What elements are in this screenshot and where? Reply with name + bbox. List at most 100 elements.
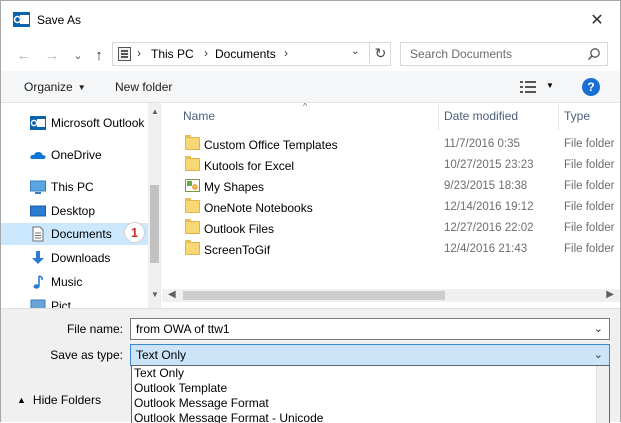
dropdown-scrollbar[interactable] [596, 366, 609, 423]
sort-ascending-icon: ^ [303, 103, 308, 111]
navigation-row: ← → ⌄ ↑ › This PC › Documents › ⌄ ↻ [1, 39, 620, 69]
up-arrow-icon: ↑ [95, 46, 103, 64]
scroll-left-icon[interactable]: ◀ [168, 289, 176, 300]
folder-icon [185, 219, 200, 234]
sidebar-item-label: Documents [51, 227, 112, 241]
back-arrow-icon: ← [16, 46, 32, 64]
file-date: 10/27/2015 23:23 [444, 159, 534, 171]
caret-down-icon: ▼ [77, 83, 86, 92]
forward-arrow-icon: → [44, 46, 60, 64]
search-icon [587, 48, 600, 61]
column-name[interactable]: Name [183, 109, 215, 123]
file-type: File folder [564, 138, 615, 150]
sidebar-item-music[interactable]: Music [1, 271, 148, 293]
file-row-kutools-for-excel[interactable]: Kutools for Excel 10/27/2015 23:23 File … [162, 155, 620, 176]
dropdown-option-outlook-message-format-unicode[interactable]: Outlook Message Format - Unicode [134, 411, 323, 423]
file-name-label: File name: [66, 322, 123, 336]
address-bar[interactable]: › This PC › Documents › ⌄ ↻ [112, 42, 391, 66]
file-date: 12/4/2016 21:43 [444, 243, 528, 255]
file-name: My Shapes [204, 180, 265, 194]
forward-button[interactable]: → [42, 45, 62, 65]
search-box[interactable] [400, 42, 608, 66]
file-name-input[interactable]: from OWA of ttw1 [136, 322, 230, 336]
file-list-horizontal-scrollbar[interactable]: ◀ ▶ [162, 289, 620, 302]
sidebar-scrollbar[interactable]: ▲ ▼ [148, 103, 160, 308]
file-row-onenote-notebooks[interactable]: OneNote Notebooks 12/14/2016 19:12 File … [162, 197, 620, 218]
sidebar-item-this-pc[interactable]: This PC [1, 176, 148, 198]
up-button[interactable]: ↑ [89, 45, 109, 65]
file-row-custom-office-templates[interactable]: Custom Office Templates 11/7/2016 0:35 F… [162, 134, 620, 155]
documents-icon [32, 226, 44, 242]
file-name: Outlook Files [204, 222, 275, 236]
file-name: Kutools for Excel [204, 159, 295, 173]
downloads-icon [32, 251, 44, 264]
help-button[interactable]: ? [582, 78, 600, 96]
chevron-down-icon: ⌄ [73, 49, 83, 62]
window-title: Save As [37, 13, 82, 27]
dropdown-option-outlook-message-format[interactable]: Outlook Message Format [134, 396, 269, 410]
hide-folders-button[interactable]: ▲ Hide Folders [17, 393, 101, 407]
breadcrumb-this-pc[interactable]: This PC [151, 47, 194, 61]
scrollbar-thumb[interactable] [183, 291, 445, 300]
save-as-type-dropdown-list: Text Only Outlook Template Outlook Messa… [131, 365, 610, 423]
scroll-right-icon[interactable]: ▶ [606, 289, 614, 300]
view-caret-icon[interactable]: ▼ [546, 81, 554, 90]
close-button[interactable]: ✕ [574, 1, 620, 39]
refresh-icon: ↻ [374, 44, 387, 61]
sidebar-item-downloads[interactable]: Downloads [1, 247, 148, 269]
sidebar-item-label: Music [51, 275, 83, 289]
sidebar-item-onedrive[interactable]: OneDrive [1, 144, 148, 166]
chevron-down-icon[interactable]: ⌄ [594, 322, 603, 335]
column-type[interactable]: Type [564, 109, 590, 123]
file-type: File folder [564, 180, 615, 192]
file-list: ^ Name Date modified Type Custom Office … [162, 103, 620, 308]
search-input[interactable] [410, 47, 580, 61]
organize-label: Organize [24, 80, 73, 94]
refresh-button[interactable]: ↻ [369, 42, 391, 64]
column-date-modified[interactable]: Date modified [444, 109, 518, 123]
sidebar-item-desktop[interactable]: Desktop [1, 200, 148, 222]
command-toolbar: Organize ▼ New folder ▼ ? [1, 71, 620, 103]
shapes-folder-icon [185, 179, 200, 192]
pc-icon [30, 180, 46, 194]
sidebar-item-label: Desktop [51, 204, 96, 218]
pictures-icon [30, 299, 46, 308]
help-icon: ? [587, 80, 595, 94]
outlook-app-icon [13, 12, 30, 27]
recent-locations-button[interactable]: ⌄ [68, 45, 88, 65]
file-type: File folder [564, 222, 615, 234]
view-options-icon[interactable] [520, 81, 536, 93]
file-row-outlook-files[interactable]: Outlook Files 12/27/2016 22:02 File fold… [162, 218, 620, 239]
new-folder-button[interactable]: New folder [115, 80, 172, 94]
new-folder-label: New folder [115, 80, 173, 94]
scroll-down-icon[interactable]: ▼ [151, 290, 159, 299]
save-as-type-select[interactable]: Text Only ⌄ [130, 344, 610, 366]
breadcrumb-separator[interactable]: › [204, 46, 208, 60]
navigation-pane: Microsoft Outlook OneDrive This PC Deskt… [1, 103, 161, 308]
dropdown-option-outlook-template[interactable]: Outlook Template [134, 381, 227, 395]
dropdown-option-text-only[interactable]: Text Only [134, 366, 184, 380]
file-type: File folder [564, 243, 615, 255]
scrollbar-thumb[interactable] [150, 185, 159, 263]
file-row-screentogif[interactable]: ScreenToGif 12/4/2016 21:43 File folder [162, 239, 620, 260]
scroll-up-icon[interactable]: ▲ [151, 107, 159, 116]
hide-folders-label: Hide Folders [32, 393, 101, 407]
address-dropdown-icon[interactable]: ⌄ [351, 46, 359, 57]
column-divider[interactable] [438, 103, 439, 130]
column-divider[interactable] [558, 103, 559, 130]
file-name-combobox[interactable]: from OWA of ttw1 ⌄ [130, 318, 610, 340]
chevron-down-icon[interactable]: ⌄ [594, 348, 603, 361]
save-as-dialog: Save As ✕ ← → ⌄ ↑ › This PC › Documents … [0, 0, 621, 423]
breadcrumb-documents[interactable]: Documents [215, 47, 276, 61]
file-row-my-shapes[interactable]: My Shapes 9/23/2015 18:38 File folder [162, 176, 620, 197]
back-button[interactable]: ← [14, 45, 34, 65]
pc-location-icon [118, 47, 131, 61]
organize-button[interactable]: Organize ▼ [24, 80, 86, 94]
file-name: OneNote Notebooks [204, 201, 313, 215]
breadcrumb-separator[interactable]: › [284, 46, 288, 60]
sidebar-item-label: This PC [51, 180, 94, 194]
sidebar-item-microsoft-outlook[interactable]: Microsoft Outlook [1, 112, 148, 134]
column-header-row: ^ Name Date modified Type [162, 103, 620, 130]
file-date: 11/7/2016 0:35 [444, 138, 520, 150]
sidebar-item-pictures[interactable]: Pict [1, 295, 148, 308]
